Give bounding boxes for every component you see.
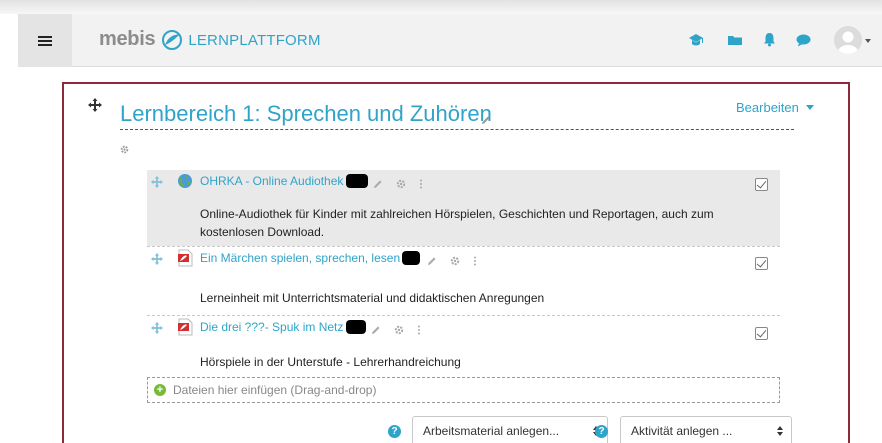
section-title[interactable]: Lernbereich 1: Sprechen und Zuhören [120,101,492,127]
dropzone-label: Dateien hier einfügen (Drag-and-drop) [173,383,377,397]
add-material-select[interactable]: Arbeitsmaterial anlegen... [412,416,608,443]
menu-toggle-button[interactable] [18,14,72,67]
settings-gear-icon[interactable] [394,322,404,340]
add-material-select-value: Arbeitsmaterial anlegen... [423,424,560,438]
completion-checkbox[interactable] [755,178,768,191]
activity-link[interactable]: Die drei ???- Spuk im Netz [200,320,343,334]
edit-title-pencil-icon[interactable] [481,112,491,130]
user-silhouette-icon [838,31,858,54]
chat-bubble-icon[interactable] [796,34,811,47]
activity-link[interactable]: OHRKA - Online Audiothek [200,174,343,188]
more-actions-icon[interactable] [473,253,477,271]
user-avatar[interactable] [834,26,862,54]
more-actions-icon[interactable] [419,176,423,194]
redaction-mark [346,174,368,188]
help-question-icon[interactable]: ? [388,425,401,438]
activity-link[interactable]: Ein Märchen spielen, sprechen, lesen [200,251,400,265]
help-question-icon[interactable]: ? [595,425,608,438]
brand-subtitle: LERNPLATTFORM [188,32,321,49]
navbar: mebis LERNPLATTFORM [18,14,882,67]
graduation-cap-icon[interactable] [688,33,704,47]
section-settings-gear-icon[interactable] [120,141,129,159]
plus-circle-icon: + [154,384,166,396]
globe-url-icon [177,173,193,194]
select-arrows-icon [777,426,783,436]
brand-name: mebis [99,28,156,50]
activity-description: kostenlosen Download. [200,225,325,239]
redaction-mark [346,320,366,334]
file-dropzone[interactable]: + Dateien hier einfügen (Drag-and-drop) [147,377,780,403]
move-icon[interactable] [151,321,163,339]
hamburger-icon [38,34,52,48]
edit-pencil-icon[interactable] [427,253,437,271]
mebis-logo-icon [162,29,183,50]
add-activity-select[interactable]: Aktivität anlegen ... [620,416,792,443]
move-icon[interactable] [151,252,163,270]
pdf-icon [177,249,193,272]
redaction-mark [402,251,420,265]
activity-description: Lerneinheit mit Unterrichtsmaterial und … [200,291,545,305]
move-section-icon[interactable] [88,98,102,117]
settings-gear-icon[interactable] [396,176,406,194]
bell-icon[interactable] [763,32,776,47]
top-shadow [0,0,882,14]
user-menu-caret-icon[interactable] [865,39,871,43]
activity-item: Die drei ???- Spuk im Netz Hörspiele in … [147,316,780,375]
brand-logo[interactable]: mebis LERNPLATTFORM [99,28,321,51]
title-divider [120,129,794,130]
edit-pencil-icon[interactable] [373,176,383,194]
pdf-icon [177,318,193,341]
completion-checkbox[interactable] [755,327,768,340]
move-icon[interactable] [151,175,163,193]
more-actions-icon[interactable] [417,322,421,340]
completion-checkbox[interactable] [755,257,768,270]
activity-description: Hörspiele in der Unterstufe - Lehrerhand… [200,355,461,369]
add-activity-select-value: Aktivität anlegen ... [631,424,733,438]
activity-item: Ein Märchen spielen, sprechen, lesen Ler… [147,247,780,315]
edit-menu-label: Bearbeiten [736,100,799,115]
activity-description: Online-Audiothek für Kinder mit zahlreic… [200,207,714,221]
section-edit-menu[interactable]: Bearbeiten [736,100,814,115]
settings-gear-icon[interactable] [450,253,460,271]
edit-pencil-icon[interactable] [371,322,381,340]
activity-item: OHRKA - Online Audiothek Online-Audiothe… [147,170,780,246]
chevron-down-icon [805,105,814,110]
folder-icon[interactable] [728,34,743,46]
